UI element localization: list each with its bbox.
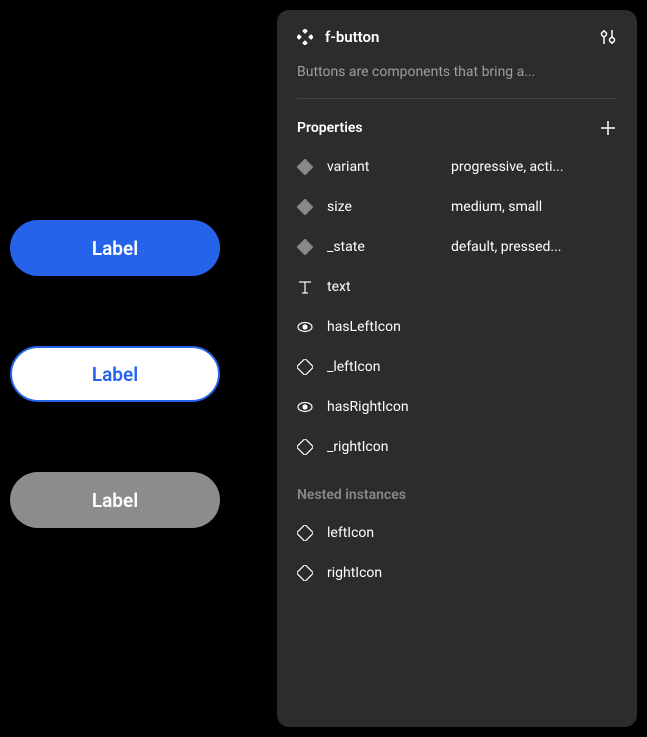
panel-header: f-button Buttons are components that bri… bbox=[277, 10, 637, 99]
nested-title: Nested instances bbox=[297, 487, 406, 503]
instance-icon bbox=[297, 565, 313, 581]
property-row-hasLeftIcon[interactable]: hasLeftIcon bbox=[297, 307, 617, 347]
property-value: medium, small bbox=[451, 199, 617, 215]
property-name: _leftIcon bbox=[327, 359, 437, 375]
variant-icon bbox=[297, 159, 313, 175]
button-label: Label bbox=[92, 363, 138, 386]
design-canvas[interactable]: Label Label Label bbox=[0, 0, 277, 737]
instance-icon bbox=[297, 359, 313, 375]
property-row-state[interactable]: _state default, pressed... bbox=[297, 227, 617, 267]
nested-row-leftIcon[interactable]: leftIcon bbox=[297, 513, 617, 553]
button-preview-disabled[interactable]: Label bbox=[10, 472, 220, 528]
adjust-icon[interactable] bbox=[599, 28, 617, 46]
boolean-icon bbox=[297, 399, 313, 415]
instance-icon bbox=[297, 525, 313, 541]
property-row-variant[interactable]: variant progressive, acti... bbox=[297, 147, 617, 187]
property-row-rightIcon[interactable]: _rightIcon bbox=[297, 427, 617, 467]
boolean-icon bbox=[297, 319, 313, 335]
nested-row-rightIcon[interactable]: rightIcon bbox=[297, 553, 617, 593]
property-row-size[interactable]: size medium, small bbox=[297, 187, 617, 227]
variant-icon bbox=[297, 239, 313, 255]
property-value: default, pressed... bbox=[451, 239, 617, 255]
property-row-text[interactable]: text bbox=[297, 267, 617, 307]
property-name: size bbox=[327, 199, 437, 215]
add-property-icon[interactable] bbox=[599, 119, 617, 137]
button-preview-outline[interactable]: Label bbox=[10, 346, 220, 402]
button-preview-progressive[interactable]: Label bbox=[10, 220, 220, 276]
property-name: _rightIcon bbox=[327, 439, 437, 455]
nested-instances-section: Nested instances leftIcon rightIcon bbox=[277, 467, 637, 593]
button-label: Label bbox=[92, 237, 138, 260]
property-row-hasRightIcon[interactable]: hasRightIcon bbox=[297, 387, 617, 427]
button-label: Label bbox=[92, 489, 138, 512]
button-preview-stack: Label Label Label bbox=[0, 220, 220, 528]
panel-title-row: f-button bbox=[297, 28, 617, 46]
variant-icon bbox=[297, 199, 313, 215]
properties-panel: f-button Buttons are components that bri… bbox=[277, 10, 637, 727]
properties-header: Properties bbox=[297, 119, 617, 137]
property-value: progressive, acti... bbox=[451, 159, 617, 175]
properties-section: Properties variant progressive, acti... … bbox=[277, 99, 637, 467]
nested-header: Nested instances bbox=[297, 487, 617, 503]
text-icon bbox=[297, 279, 313, 295]
property-row-leftIcon[interactable]: _leftIcon bbox=[297, 347, 617, 387]
component-description: Buttons are components that bring a... bbox=[297, 64, 617, 80]
instance-icon bbox=[297, 439, 313, 455]
component-name: f-button bbox=[325, 28, 587, 46]
property-name: hasRightIcon bbox=[327, 399, 437, 415]
property-name: hasLeftIcon bbox=[327, 319, 437, 335]
properties-title: Properties bbox=[297, 120, 363, 136]
property-name: text bbox=[327, 279, 437, 295]
component-icon bbox=[297, 29, 313, 45]
nested-name: rightIcon bbox=[327, 565, 437, 581]
nested-name: leftIcon bbox=[327, 525, 437, 541]
property-name: _state bbox=[327, 239, 437, 255]
property-name: variant bbox=[327, 159, 437, 175]
